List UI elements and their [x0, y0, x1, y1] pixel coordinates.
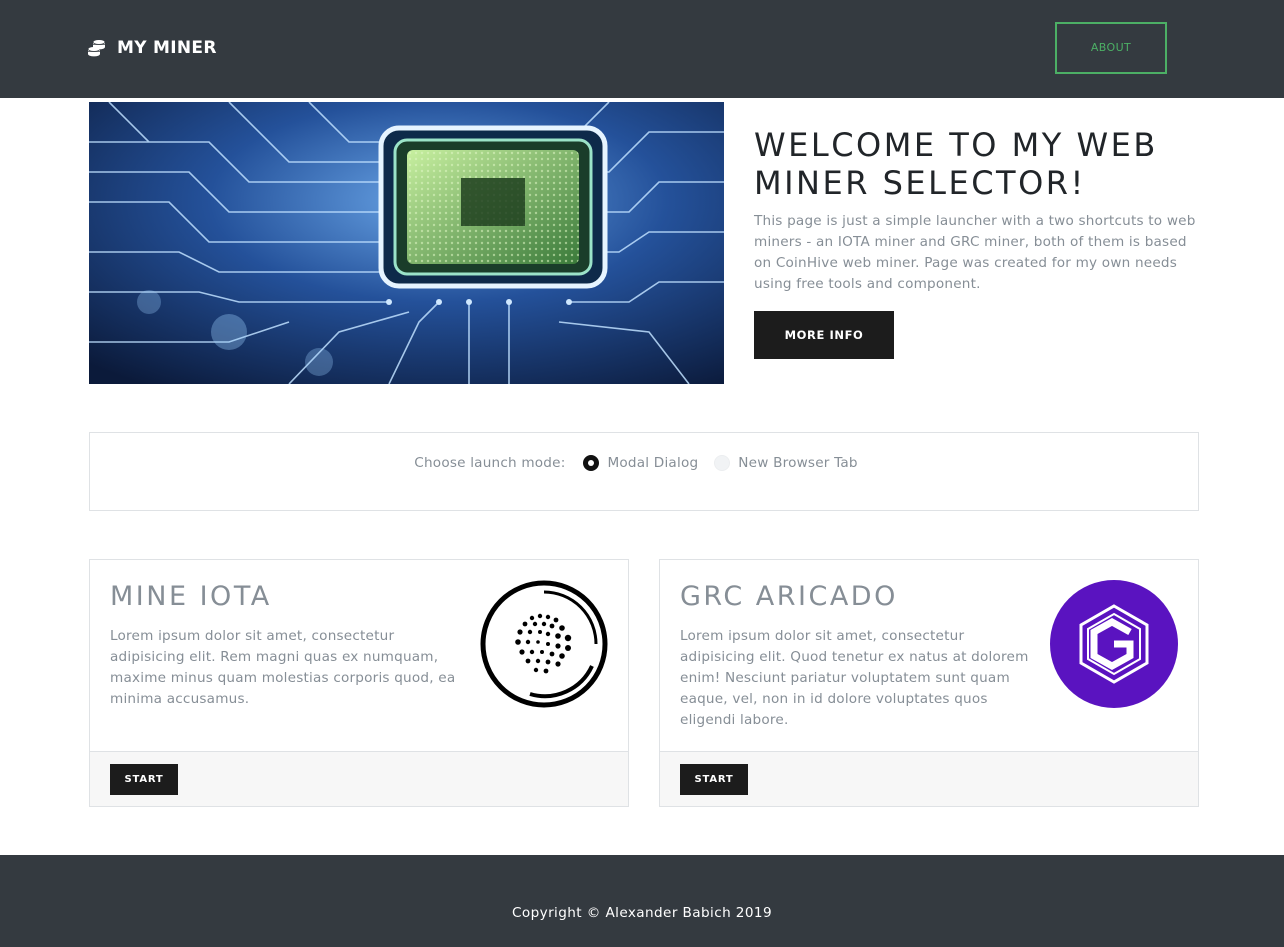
- launch-mode-row: Choose launch mode: Modal Dialog New Bro…: [90, 455, 1198, 471]
- card-text: Lorem ipsum dolor sit amet, consectetur …: [680, 628, 1029, 728]
- launch-mode-panel: Choose launch mode: Modal Dialog New Bro…: [89, 432, 1199, 511]
- radio-new-browser-tab[interactable]: New Browser Tab: [714, 455, 857, 471]
- navbar: MY MINER ABOUT: [0, 0, 1284, 98]
- radio-label: New Browser Tab: [738, 455, 858, 471]
- card-title: GRC ARICADO: [680, 581, 898, 612]
- brand-name: MY MINER: [117, 38, 217, 58]
- start-grc-button[interactable]: START: [680, 764, 748, 795]
- start-iota-button[interactable]: START: [110, 764, 178, 795]
- card-footer: START: [90, 751, 628, 806]
- iota-logo-icon: [480, 580, 608, 708]
- copyright-text: Copyright © Alexander Babich 2019: [511, 905, 773, 921]
- gridcoin-logo-icon: [1050, 580, 1178, 708]
- grc-card: GRC ARICADO Lorem ipsum dolor sit amet, …: [659, 559, 1199, 807]
- radio-unselected-icon[interactable]: [714, 455, 731, 471]
- card-title: MINE IOTA: [110, 581, 272, 612]
- radio-modal-dialog[interactable]: Modal Dialog: [583, 455, 698, 471]
- radio-selected-icon[interactable]: [583, 455, 600, 471]
- footer: Copyright © Alexander Babich 2019: [0, 855, 1284, 947]
- card-text: Lorem ipsum dolor sit amet, consectetur …: [110, 628, 456, 707]
- brand-link[interactable]: MY MINER: [87, 36, 217, 60]
- circuit-board-chip-image: [89, 102, 724, 384]
- hero-image: [89, 102, 724, 384]
- hero-description: This page is just a simple launcher with…: [754, 213, 1196, 292]
- card-body: GRC ARICADO Lorem ipsum dolor sit amet, …: [660, 560, 1198, 751]
- hero-title: WELCOME TO MY WEB MINER SELECTOR!: [754, 126, 1158, 202]
- coins-icon: [87, 39, 106, 57]
- radio-label: Modal Dialog: [607, 455, 699, 471]
- about-button[interactable]: ABOUT: [1055, 22, 1167, 74]
- launch-mode-label: Choose launch mode:: [414, 455, 566, 471]
- more-info-button[interactable]: MORE INFO: [754, 311, 894, 359]
- card-body: MINE IOTA Lorem ipsum dolor sit amet, co…: [90, 560, 628, 751]
- iota-card: MINE IOTA Lorem ipsum dolor sit amet, co…: [89, 559, 629, 807]
- card-footer: START: [660, 751, 1198, 806]
